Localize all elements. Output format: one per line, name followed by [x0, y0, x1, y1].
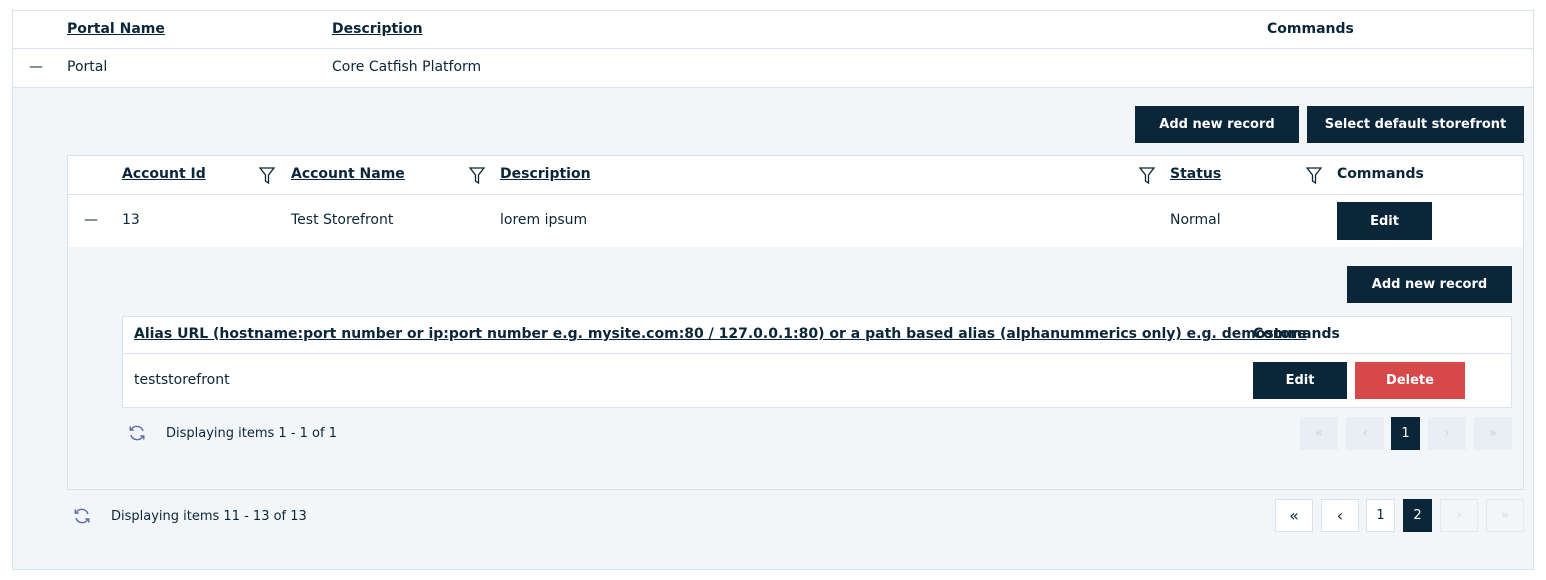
pager-first-button[interactable]: « — [1300, 417, 1338, 450]
column-header-description[interactable]: Description — [332, 21, 423, 37]
edit-button[interactable]: Edit — [1253, 362, 1347, 399]
pager-prev-button[interactable]: ‹ — [1346, 417, 1384, 450]
edit-button[interactable]: Edit — [1337, 202, 1432, 240]
column-header-status[interactable]: Status — [1170, 166, 1221, 182]
select-default-storefront-button[interactable]: Select default storefront — [1307, 106, 1524, 143]
account-name-cell: Test Storefront — [291, 212, 394, 228]
pager-next-button[interactable]: › — [1428, 417, 1466, 450]
column-header-alias-url[interactable]: Alias URL (hostname:port number or ip:po… — [134, 326, 1306, 342]
account-id-cell: 13 — [122, 212, 140, 228]
filter-icon[interactable] — [1306, 167, 1322, 184]
column-header-account-id[interactable]: Account Id — [122, 166, 206, 182]
column-header-commands: Commands — [1253, 326, 1340, 342]
column-header-commands: Commands — [1267, 21, 1354, 37]
portal-row — [13, 49, 1533, 88]
account-grid-header — [68, 156, 1523, 195]
pager-info: Displaying items 11 - 13 of 13 — [111, 509, 307, 524]
delete-button[interactable]: Delete — [1355, 362, 1465, 399]
pager-page-button[interactable]: 2 — [1403, 499, 1432, 532]
alias-cell: teststorefront — [134, 372, 230, 388]
filter-icon[interactable] — [1139, 167, 1155, 184]
refresh-icon[interactable] — [128, 424, 146, 446]
pager-last-button[interactable]: » — [1474, 417, 1512, 450]
pager-next-button[interactable]: › — [1440, 499, 1478, 532]
pager-first-button[interactable]: « — [1275, 499, 1313, 532]
column-header-description[interactable]: Description — [500, 166, 591, 182]
account-description-cell: lorem ipsum — [500, 212, 588, 228]
portal-description-cell: Core Catfish Platform — [332, 59, 482, 75]
account-row — [68, 195, 1523, 247]
pager-page-button[interactable]: 1 — [1391, 417, 1420, 450]
add-new-record-button[interactable]: Add new record — [1347, 266, 1512, 303]
pager-page-button[interactable]: 1 — [1366, 499, 1395, 532]
portal-name-cell: Portal — [67, 59, 108, 75]
filter-icon[interactable] — [259, 167, 275, 184]
column-header-portal-name[interactable]: Portal Name — [67, 21, 165, 37]
filter-icon[interactable] — [469, 167, 485, 184]
divider — [123, 353, 1511, 354]
column-header-commands: Commands — [1337, 166, 1424, 182]
refresh-icon[interactable] — [73, 507, 91, 529]
collapse-row-toggle[interactable]: — — [84, 212, 98, 228]
add-new-record-button[interactable]: Add new record — [1135, 106, 1299, 143]
account-status-cell: Normal — [1170, 212, 1221, 228]
pager-info: Displaying items 1 - 1 of 1 — [166, 426, 337, 441]
pager-last-button[interactable]: » — [1486, 499, 1524, 532]
pager-prev-button[interactable]: ‹ — [1321, 499, 1359, 532]
collapse-row-toggle[interactable]: — — [29, 59, 43, 75]
column-header-account-name[interactable]: Account Name — [291, 166, 405, 182]
